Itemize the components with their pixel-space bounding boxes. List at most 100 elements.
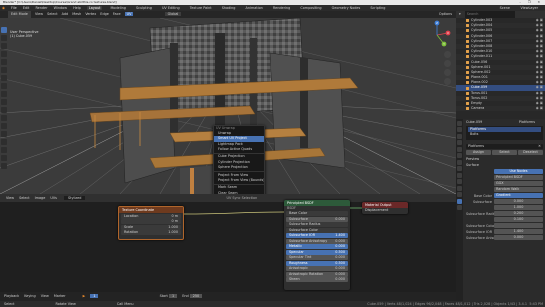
output-tab-icon[interactable] — [457, 133, 462, 139]
zoom-icon[interactable] — [444, 51, 451, 58]
material-slot-list[interactable]: Platforms Bolts — [466, 126, 543, 140]
uv-menu-project-from-view-bounds[interactable]: Project From View (Bounds) — [214, 178, 264, 183]
particles-tab-icon[interactable] — [457, 172, 462, 178]
menu-render[interactable]: Render — [35, 6, 47, 10]
select-box-icon[interactable] — [1, 27, 7, 33]
workspace-tab-sculpting[interactable]: Sculpting — [134, 6, 154, 10]
deselect-button[interactable]: Deselect — [518, 150, 543, 155]
loop-cut-icon[interactable] — [1, 115, 7, 121]
measure-icon[interactable] — [1, 83, 7, 89]
pan-hand-icon[interactable] — [444, 60, 451, 67]
workspace-tab-compositing[interactable]: Compositing — [298, 6, 323, 10]
material-name-field[interactable]: Platforms ✕ — [466, 144, 543, 149]
workspace-tab-uv-editing[interactable]: UV Editing — [160, 6, 182, 10]
knife-icon[interactable] — [1, 123, 7, 129]
property-value-field[interactable]: 0.000 — [494, 199, 543, 204]
assign-button[interactable]: Assign — [466, 150, 491, 155]
poly-build-icon[interactable] — [1, 131, 7, 137]
workspace-tab-scripting[interactable]: Scripting — [368, 6, 387, 10]
annotate-icon[interactable] — [1, 75, 7, 81]
uv-sync-label[interactable]: UV Sync Selection — [227, 196, 258, 200]
outliner[interactable]: ▾ Search Cylinder.003 ◉ ▣ Cylinder.004 ◉ ▣ C… — [456, 11, 545, 119]
inset-icon[interactable] — [1, 99, 7, 105]
bevel-icon[interactable] — [1, 107, 7, 113]
properties-editor[interactable]: Cube.059 Platforms Platforms Bolts Platf… — [456, 119, 545, 301]
workspace-tab-geometry-nodes[interactable]: Geometry Nodes — [330, 6, 363, 10]
menu-vertex[interactable]: Vertex — [85, 12, 96, 16]
subsurface-method-field[interactable]: Random Walk — [494, 187, 543, 192]
modifier-tab-icon[interactable] — [457, 166, 462, 171]
menu-view[interactable]: View — [35, 12, 43, 16]
timeline-playback[interactable]: Playback — [4, 294, 19, 298]
property-value-field[interactable] — [494, 223, 543, 228]
spin-icon[interactable] — [1, 139, 7, 145]
move-icon[interactable] — [1, 43, 7, 49]
workspace-tab-animation[interactable]: Animation — [244, 6, 265, 10]
timeline-keying[interactable]: Keying — [24, 294, 35, 298]
scene-tab-icon[interactable] — [457, 146, 462, 152]
distribution-field[interactable]: GGX — [494, 181, 543, 186]
surface-shader-field[interactable]: Principled BSDF — [494, 175, 543, 180]
menu-window[interactable]: Window — [54, 6, 67, 10]
outliner-row[interactable]: Camera ◉ ▣ — [456, 106, 545, 112]
material-tab-icon[interactable] — [457, 198, 462, 204]
uv-menu-uvs[interactable]: UVs — [50, 196, 57, 200]
workspace-tab-modeling[interactable]: Modeling — [109, 6, 128, 10]
transform-icon[interactable] — [1, 67, 7, 73]
physics-tab-icon[interactable] — [457, 179, 462, 184]
timeline-view[interactable]: View — [41, 294, 49, 298]
edge-slide-icon[interactable] — [1, 155, 7, 161]
timeline-marker[interactable]: Marker — [54, 294, 66, 298]
grid-icon[interactable] — [444, 78, 451, 85]
end-frame-field[interactable]: 250 — [189, 294, 203, 298]
navigation-gizmo[interactable]: X Y Z — [422, 20, 452, 50]
outliner-search-input[interactable]: Search — [464, 11, 515, 18]
uv-menu-select[interactable]: Select — [19, 196, 29, 200]
property-value-field[interactable]: 0.000 — [494, 235, 543, 240]
smooth-icon[interactable] — [1, 147, 7, 153]
render-tab-icon[interactable] — [457, 127, 462, 132]
slot-item[interactable]: Bolts — [468, 132, 541, 137]
workspace-tab-shading[interactable]: Shading — [220, 6, 238, 10]
property-value-field[interactable]: 0.100 — [494, 217, 543, 222]
menu-select[interactable]: Select — [47, 12, 57, 16]
visibility-eye-icon[interactable]: ◉ ▣ — [531, 106, 545, 111]
property-value-field[interactable]: 0.200 — [494, 211, 543, 216]
data-tab-icon[interactable] — [457, 192, 462, 197]
menu-mesh[interactable]: Mesh — [72, 12, 81, 16]
options-menu[interactable]: Options — [439, 11, 452, 18]
tool-tab-icon[interactable] — [457, 120, 462, 126]
workspace-tab-rendering[interactable]: Rendering — [271, 6, 292, 10]
menu-add[interactable]: Add — [62, 12, 69, 16]
menu-file[interactable]: File — [11, 6, 17, 10]
menu-edge[interactable]: Edge — [100, 12, 109, 16]
camera-icon[interactable] — [444, 69, 451, 76]
constraints-tab-icon[interactable] — [457, 185, 462, 191]
filter-icon[interactable]: ▾ — [459, 12, 461, 16]
blender-logo-icon[interactable]: ◉ — [2, 6, 5, 10]
menu-uv[interactable]: UV — [124, 12, 134, 16]
workspace-tab-layout[interactable]: Layout — [86, 6, 103, 10]
menu-help[interactable]: Help — [73, 6, 81, 10]
transform-orientation[interactable]: Global — [164, 12, 182, 16]
timeline[interactable]: Playback Keying View Marker ▶ 1 Start 1 … — [0, 292, 456, 301]
image-name-field[interactable]: Stylized — [64, 196, 86, 200]
start-frame-field[interactable]: 1 — [168, 294, 178, 298]
workspace-tab-texture-paint[interactable]: Texture Paint — [188, 6, 214, 10]
use-nodes-button[interactable]: Use Nodes — [494, 169, 543, 174]
play-icon[interactable]: ▶ — [83, 294, 86, 298]
menu-face[interactable]: Face — [113, 12, 121, 16]
menu-edit[interactable]: Edit — [23, 6, 30, 10]
rotate-icon[interactable] — [1, 51, 7, 57]
surface-panel-header[interactable]: Surface — [464, 162, 545, 168]
world-tab-icon[interactable] — [457, 153, 462, 158]
base-color-field[interactable]: Gradient — [494, 193, 543, 198]
shrink-fatten-icon[interactable] — [1, 163, 7, 169]
texture-tab-icon[interactable] — [457, 205, 462, 210]
mode-selector[interactable]: Edit Mode — [8, 11, 31, 18]
uv-menu-view[interactable]: View — [6, 196, 14, 200]
property-value-field[interactable]: 1.400 — [494, 229, 543, 234]
property-value-field[interactable]: 1.000 — [494, 205, 543, 210]
view-layer-tab-icon[interactable] — [457, 140, 462, 145]
select-button[interactable]: Select — [492, 150, 517, 155]
